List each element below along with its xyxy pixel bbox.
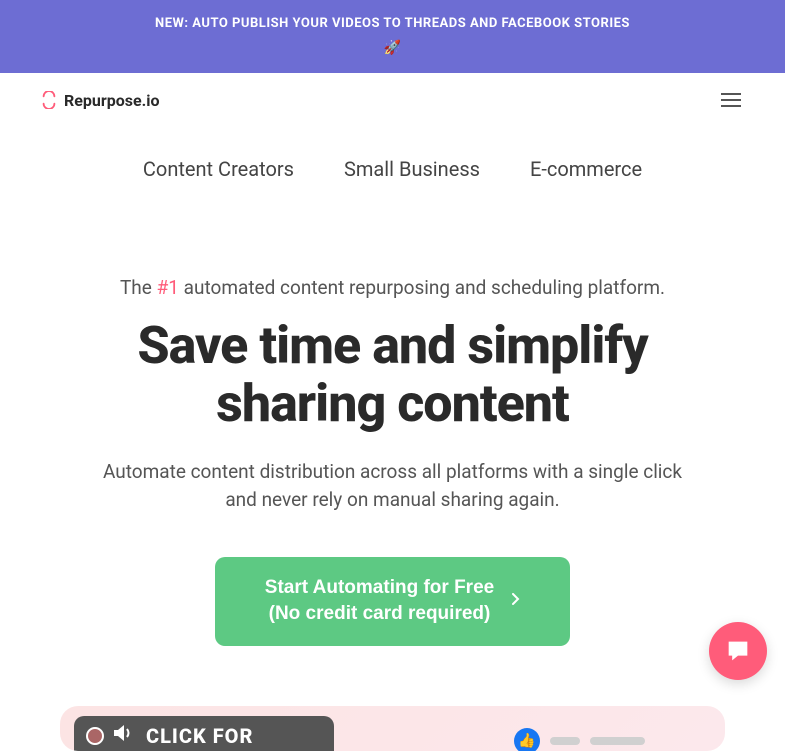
brand-name: Repurpose.io (64, 91, 160, 110)
announcement-bar[interactable]: NEW: AUTO PUBLISH YOUR VIDEOS TO THREADS… (0, 0, 785, 73)
announcement-text: NEW: AUTO PUBLISH YOUR VIDEOS TO THREADS… (155, 16, 630, 31)
cta-text: Start Automating for Free (No credit car… (265, 575, 494, 628)
rocket-icon: 🚀 (20, 37, 765, 59)
tab-small-business[interactable]: Small Business (344, 157, 480, 181)
placeholder-line (550, 737, 580, 745)
cta-button[interactable]: Start Automating for Free (No credit car… (215, 557, 570, 646)
record-icon (86, 727, 104, 745)
thumbs-up-icon: 👍 (514, 728, 540, 751)
preview-card: CLICK FOR 👍 (60, 706, 725, 751)
chevron-right-icon (512, 591, 520, 611)
preview-section: CLICK FOR 👍 (0, 676, 785, 751)
placeholder-line (590, 737, 645, 745)
tab-ecommerce[interactable]: E-commerce (530, 157, 642, 181)
chat-button[interactable] (709, 622, 767, 680)
tagline: The #1 automated content repurposing and… (60, 276, 725, 299)
logo[interactable]: Repurpose.io (40, 91, 160, 110)
click-for-text: CLICK FOR (146, 724, 253, 748)
headline: Save time and simplify sharing content (60, 317, 725, 433)
tab-content-creators[interactable]: Content Creators (143, 157, 294, 181)
header: Repurpose.io (0, 73, 785, 127)
social-preview: 👍 (514, 728, 645, 751)
subheadline: Automate content distribution across all… (60, 458, 725, 515)
sound-icon (114, 723, 136, 749)
highlight-rank: #1 (157, 276, 179, 299)
video-preview: CLICK FOR (74, 716, 334, 751)
menu-button[interactable] (717, 89, 745, 111)
nav-tabs: Content Creators Small Business E-commer… (0, 127, 785, 201)
chat-icon (724, 637, 752, 665)
hero-section: The #1 automated content repurposing and… (0, 201, 785, 676)
logo-icon (40, 91, 58, 109)
